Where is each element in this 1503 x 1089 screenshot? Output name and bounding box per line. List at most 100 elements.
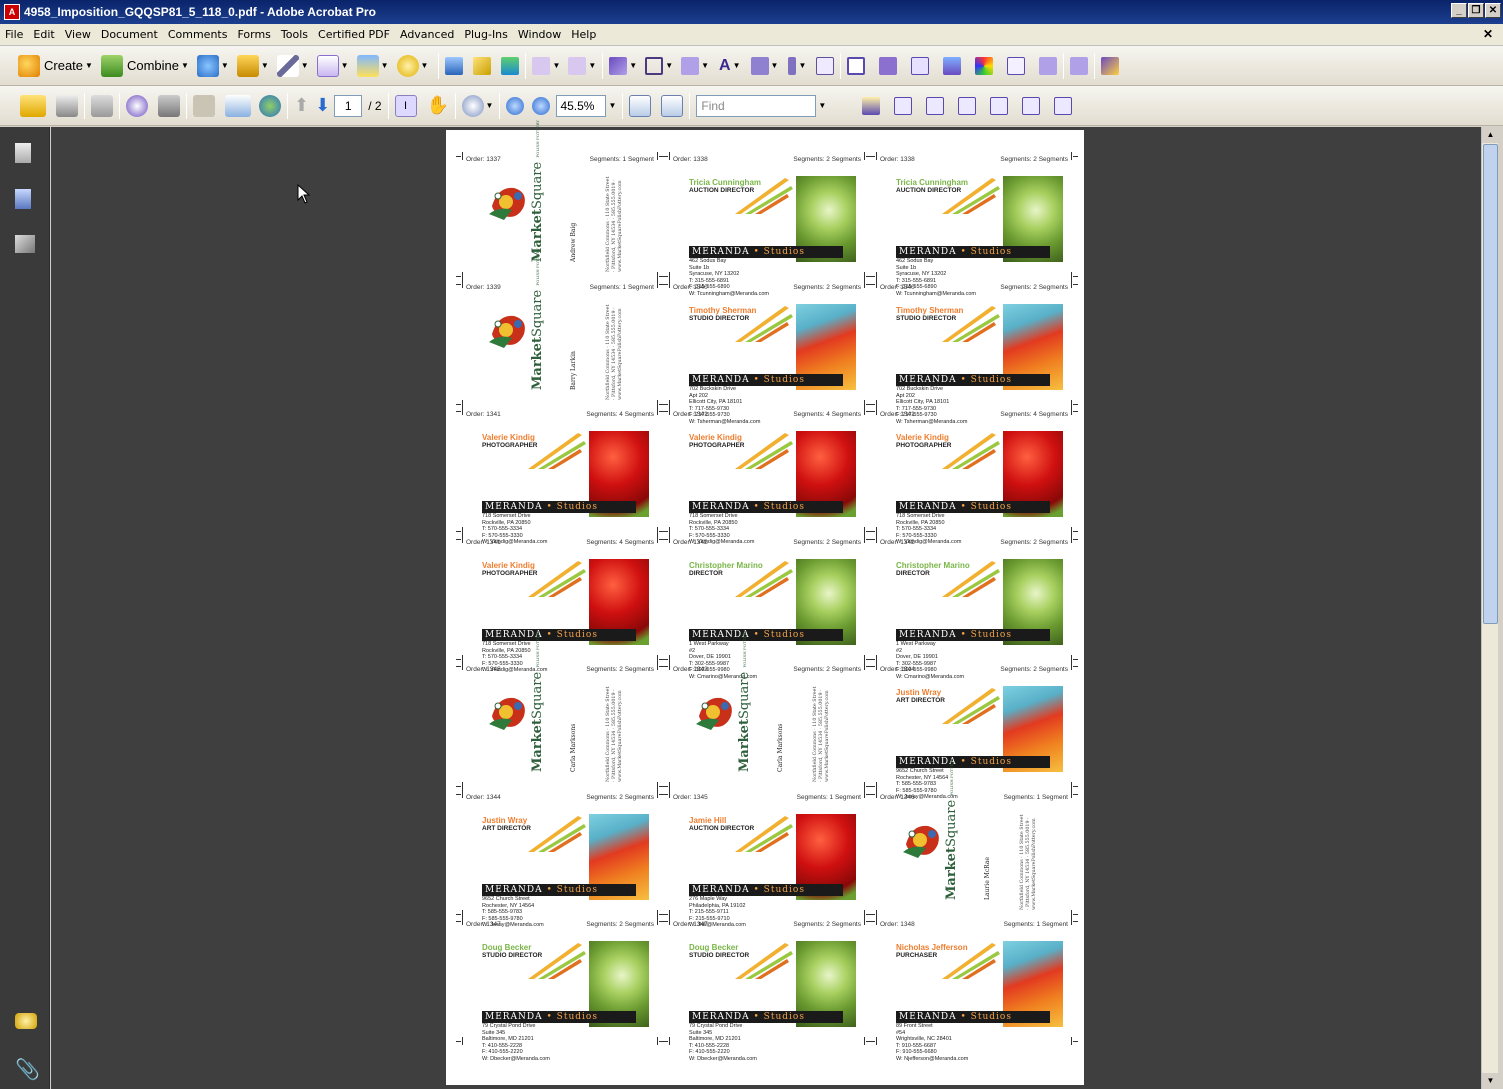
object-touchup-icon[interactable] (750, 56, 769, 75)
zoom-box-icon[interactable] (847, 56, 866, 75)
approve-icon[interactable] (990, 96, 1009, 115)
menu-edit[interactable]: Edit (28, 28, 59, 41)
pages-panel-icon[interactable] (15, 143, 31, 163)
scroll-up-icon[interactable]: ▲ (1482, 127, 1499, 143)
order-number: Order: 1338 (673, 156, 708, 163)
close-document-icon[interactable]: ✕ (1483, 27, 1493, 41)
order-number: Order: 1346 (880, 794, 915, 801)
card-header: Order: 1341 Segments: 4 Segments (673, 411, 861, 421)
fit-page-icon[interactable] (661, 94, 684, 117)
flatten-icon[interactable] (1101, 56, 1120, 75)
preflight-icon[interactable] (445, 56, 464, 75)
zoom-level-input[interactable]: 45.5% (556, 94, 607, 117)
split-icon[interactable] (1070, 56, 1089, 75)
acrobat-icon: A (4, 4, 20, 20)
email-icon[interactable] (225, 94, 251, 117)
vertical-scrollbar[interactable]: ▲ ▼ (1481, 127, 1499, 1089)
multimedia-button[interactable]: ▼ (356, 54, 389, 77)
bookmarks-panel-icon[interactable] (15, 189, 31, 209)
crop-mark (657, 152, 658, 160)
window-title: 4958_Imposition_GQQSP81_5_118_0.pdf - Ad… (24, 5, 376, 19)
rectangle-tool-icon[interactable] (645, 56, 664, 75)
navigation-panel: 📎 (0, 127, 50, 1089)
menu-window[interactable]: Window (513, 28, 566, 41)
link-tool-icon[interactable] (681, 56, 700, 75)
output-preview-icon[interactable] (501, 56, 520, 75)
minimize-button[interactable]: _ (1451, 3, 1467, 18)
text-touchup-icon[interactable]: A (719, 57, 731, 75)
print-icon[interactable] (56, 94, 78, 117)
document-properties-icon[interactable] (816, 56, 835, 75)
table-icon[interactable] (894, 96, 913, 115)
restore-button[interactable]: ❐ (1468, 3, 1484, 18)
crop-mark (1073, 659, 1078, 660)
menu-tools[interactable]: Tools (276, 28, 313, 41)
select-object-icon[interactable] (609, 56, 628, 75)
menu-view[interactable]: View (60, 28, 96, 41)
checkbox-tool-icon[interactable] (911, 56, 930, 75)
attachments-icon[interactable]: 📎 (15, 1057, 40, 1081)
color-tool-icon[interactable] (975, 56, 994, 75)
page-number-input[interactable]: 1 (334, 94, 363, 117)
find-input[interactable]: Find (696, 94, 817, 117)
segment-count: Segments: 2 Segments (1000, 284, 1068, 291)
brush-swoosh-icon (733, 941, 793, 981)
comment-button[interactable]: ▼ (396, 54, 428, 77)
contact-name: Laurie McRae (984, 857, 991, 900)
search-web-icon[interactable] (126, 94, 148, 117)
hand-tool-icon[interactable]: ✋ (427, 95, 449, 117)
menu-certified-pdf[interactable]: Certified PDF (313, 28, 395, 41)
card-header: Order: 1344 Segments: 2 Segments (466, 794, 654, 804)
select-text-icon[interactable]: I (394, 94, 417, 117)
annotation-icon[interactable] (862, 96, 881, 115)
pin-icon[interactable] (788, 56, 797, 75)
previous-page-icon[interactable]: ⬆ (294, 95, 309, 116)
fit-width-icon[interactable] (629, 94, 652, 117)
comments-panel-icon[interactable] (15, 1013, 37, 1029)
field-tool-icon[interactable] (1007, 56, 1026, 75)
menu-forms[interactable]: Forms (232, 28, 275, 41)
scroll-thumb[interactable] (1483, 144, 1498, 624)
scroll-down-icon[interactable]: ▼ (1482, 1073, 1499, 1089)
rotate-icon[interactable] (259, 94, 281, 117)
page-action-icon[interactable] (568, 56, 587, 75)
upload-icon[interactable] (158, 94, 180, 117)
open-folder-icon[interactable] (20, 94, 46, 117)
menu-comments[interactable]: Comments (163, 28, 233, 41)
find-dropdown-icon[interactable]: ▼ (818, 101, 826, 110)
secure-button[interactable]: ▼ (236, 54, 269, 77)
zoom-dropdown-icon[interactable]: ▼ (608, 101, 616, 110)
sign-button[interactable]: ▼ (276, 54, 309, 77)
warning-doc-icon[interactable] (1054, 96, 1073, 115)
crop-mark (1073, 276, 1078, 277)
zoom-tool-icon[interactable] (461, 94, 484, 117)
image-tool-icon[interactable] (943, 56, 962, 75)
menu-plug-ins[interactable]: Plug-Ins (459, 28, 513, 41)
contact-name: Barry Larkin (570, 351, 577, 390)
menu-help[interactable]: Help (566, 28, 601, 41)
scan-icon[interactable] (91, 94, 113, 117)
watermark-icon[interactable] (958, 96, 977, 115)
measure-icon[interactable] (473, 56, 492, 75)
forms-button[interactable]: ▼ (316, 54, 349, 77)
crop-mark (456, 1041, 461, 1042)
create-button[interactable]: Create ▼ (18, 54, 93, 77)
crop-icon[interactable] (926, 96, 945, 115)
combine-button[interactable]: Combine ▼ (100, 54, 189, 77)
collaborate-button[interactable]: ▼ (196, 54, 229, 77)
order-number: Order: 1340 (880, 284, 915, 291)
menu-document[interactable]: Document (96, 28, 163, 41)
zoom-in-icon[interactable] (532, 96, 551, 115)
stamp-icon[interactable] (879, 56, 898, 75)
save-icon[interactable] (193, 94, 215, 117)
zoom-out-icon[interactable] (506, 96, 525, 115)
checkmark-doc-icon[interactable] (1022, 96, 1041, 115)
menu-advanced[interactable]: Advanced (395, 28, 459, 41)
close-button[interactable]: ✕ (1485, 3, 1501, 18)
card-name: Valerie Kindig (689, 433, 742, 442)
next-page-icon[interactable]: ⬇ (315, 95, 330, 116)
page-setup-icon[interactable] (532, 56, 551, 75)
menu-file[interactable]: File (0, 28, 28, 41)
signatures-panel-icon[interactable] (15, 235, 35, 253)
export-icon[interactable] (1039, 56, 1058, 75)
